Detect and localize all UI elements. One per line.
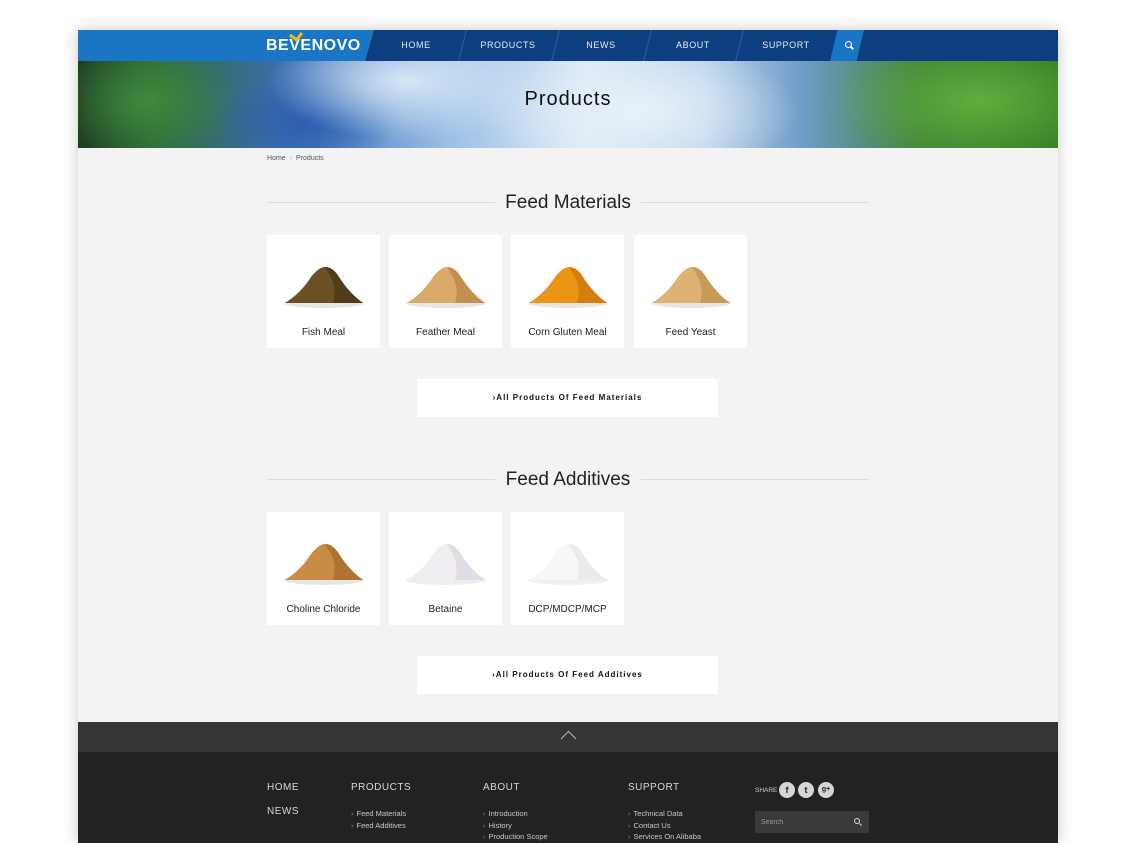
product-card-betaine[interactable]: Betaine: [389, 512, 502, 625]
product-image: [406, 544, 486, 585]
footer-home-link[interactable]: HOME: [267, 782, 299, 793]
product-name: DCP/MDCP/MCP: [528, 604, 607, 615]
footer-link-production-scope[interactable]: › Production Scope: [483, 832, 548, 841]
footer-link-label: Services On Alibaba: [633, 832, 702, 841]
logo[interactable]: BE VENOVO: [266, 30, 361, 55]
breadcrumb: Home › Products: [267, 155, 324, 162]
footer-link-feed-materials[interactable]: › Feed Materials: [351, 809, 406, 818]
footer-link-label: Feed Materials: [356, 809, 407, 818]
product-card-dcp-mdcp-mcp[interactable]: DCP/MDCP/MCP: [511, 512, 624, 625]
nav-about[interactable]: ABOUT: [657, 30, 729, 61]
logo-text-pre: BE: [266, 37, 290, 54]
page-title: Products: [524, 88, 612, 110]
product-name: Choline Chloride: [286, 604, 361, 615]
nav-home[interactable]: HOME: [380, 30, 452, 61]
chevron-right-icon: ›: [483, 821, 486, 830]
footer-link-label: History: [488, 821, 512, 830]
product-image: [528, 544, 608, 585]
product-image: [406, 267, 486, 308]
footer-link-label: Introduction: [488, 809, 528, 818]
logo-text-post: ENOVO: [300, 37, 361, 54]
top-nav: BE VENOVO HOME PRODUCTS NEWS ABOUT SUPPOR…: [78, 30, 1058, 61]
product-name: Betaine: [428, 604, 463, 615]
hero-banner: Products: [78, 61, 1058, 148]
footer-link-introduction[interactable]: › Introduction: [483, 809, 528, 818]
share-label: SHARE :: [755, 787, 782, 794]
product-card-feed-yeast[interactable]: Feed Yeast: [634, 235, 747, 348]
product-image: [284, 267, 364, 308]
nav-divider: [643, 30, 652, 61]
chevron-right-icon: ›: [351, 821, 354, 830]
product-name: Fish Meal: [301, 327, 346, 338]
product-card-feather-meal[interactable]: Feather Meal: [389, 235, 502, 348]
nav-news[interactable]: NEWS: [565, 30, 637, 61]
product-card-fish-meal[interactable]: Fish Meal: [267, 235, 380, 348]
footer-search: [755, 811, 869, 833]
product-name: Corn Gluten Meal: [528, 327, 607, 338]
nav-divider: [551, 30, 560, 61]
section-title-feed-additives: Feed Additives: [505, 469, 631, 490]
search-icon-handle: [859, 823, 862, 827]
breadcrumb-separator: ›: [289, 155, 293, 162]
all-feed-additives-button[interactable]: ›All Products Of Feed Additives: [417, 656, 718, 694]
footer-link-label: Production Scope: [488, 832, 548, 841]
page-frame: BE VENOVO HOME PRODUCTS NEWS ABOUT SUPPOR…: [78, 30, 1058, 843]
chevron-right-icon: ›: [351, 809, 354, 818]
footer-link-technical-data[interactable]: › Technical Data: [628, 809, 683, 818]
nav-products[interactable]: PRODUCTS: [472, 30, 544, 61]
chevron-right-icon: ›: [628, 832, 631, 841]
product-image: [651, 267, 731, 308]
footer-about-heading[interactable]: ABOUT: [483, 782, 520, 793]
footer-link-contact-us[interactable]: › Contact Us: [628, 821, 671, 830]
footer-link-feed-additives[interactable]: › Feed Additives: [351, 821, 406, 830]
product-card-choline-chloride[interactable]: Choline Chloride: [267, 512, 380, 625]
footer-link-history[interactable]: › History: [483, 821, 512, 830]
breadcrumb-current: Products: [296, 155, 324, 162]
product-name: Feed Yeast: [665, 327, 716, 338]
nav-support[interactable]: SUPPORT: [750, 30, 822, 61]
google-plus-icon[interactable]: g+: [818, 782, 834, 798]
chevron-right-icon: ›: [483, 832, 486, 841]
chevron-right-icon: ›: [628, 821, 631, 830]
product-card-corn-gluten-meal[interactable]: Corn Gluten Meal: [511, 235, 624, 348]
product-name: Feather Meal: [416, 327, 475, 338]
footer: HOME NEWS PRODUCTS › Feed Materials › Feed…: [78, 752, 1058, 843]
footer-link-services-on-alibaba[interactable]: › Services On Alibaba: [628, 832, 701, 841]
footer-link-label: Technical Data: [633, 809, 683, 818]
footer-search-input[interactable]: [755, 811, 849, 833]
product-image: [284, 544, 364, 585]
footer-news-link[interactable]: NEWS: [267, 806, 299, 817]
logo-v: V: [289, 30, 304, 55]
chevron-right-icon: ›: [483, 809, 486, 818]
footer-support-heading[interactable]: SUPPORT: [628, 782, 680, 793]
back-to-top-bar[interactable]: [78, 722, 1058, 752]
section-title-feed-materials: Feed Materials: [505, 192, 631, 213]
breadcrumb-home[interactable]: Home: [267, 155, 286, 162]
chevron-up-icon: [560, 730, 577, 747]
search-icon-handle: [850, 45, 854, 50]
nav-divider: [735, 30, 744, 61]
twitter-icon[interactable]: t: [798, 782, 814, 798]
footer-link-label: Feed Additives: [356, 821, 406, 830]
footer-link-label: Contact Us: [633, 821, 671, 830]
nav-divider: [458, 30, 467, 61]
nav-search-button[interactable]: [830, 30, 864, 61]
footer-products-heading[interactable]: PRODUCTS: [351, 782, 411, 793]
chevron-right-icon: ›: [628, 809, 631, 818]
facebook-icon[interactable]: f: [779, 782, 795, 798]
product-image: [528, 267, 608, 308]
all-feed-materials-button[interactable]: ›All Products Of Feed Materials: [417, 379, 718, 417]
